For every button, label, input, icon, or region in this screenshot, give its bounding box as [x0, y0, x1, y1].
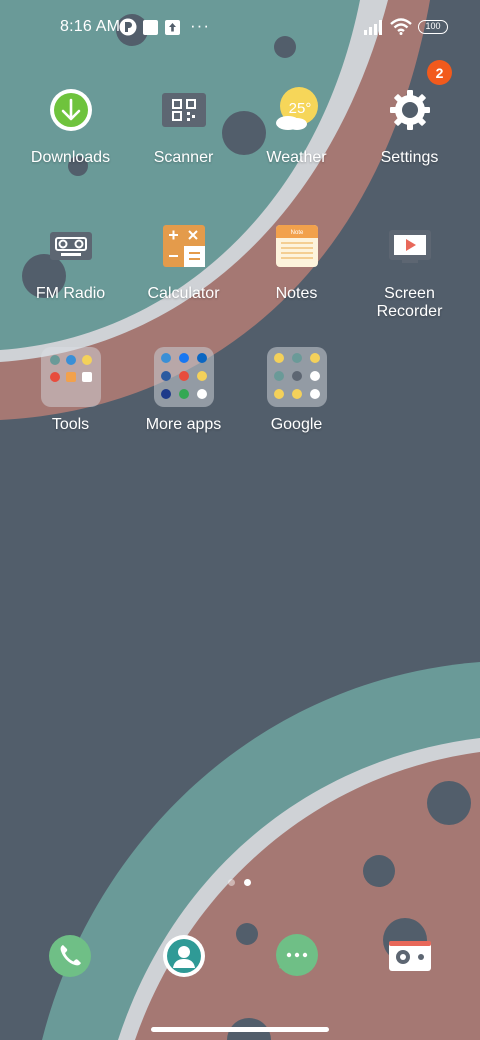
upload-notification-icon	[165, 20, 180, 35]
battery-icon: 100	[418, 20, 448, 34]
app-fm-radio[interactable]: FM Radio	[14, 216, 127, 306]
contacts-icon	[163, 935, 205, 977]
notes-icon: Note	[267, 216, 327, 276]
calculator-icon	[154, 216, 214, 276]
app-weather[interactable]: 25° Weather	[240, 80, 353, 170]
gear-icon	[380, 80, 440, 140]
home-gesture-bar[interactable]	[151, 1027, 329, 1032]
camera-icon	[389, 941, 431, 971]
status-bar: 8:16 AM ··· 100	[0, 0, 480, 56]
app-label: Screen Recorder	[376, 285, 443, 320]
notification-app-icon	[119, 18, 137, 36]
messages-icon	[276, 934, 318, 976]
page-indicator[interactable]	[228, 879, 252, 887]
app-label: Scanner	[153, 149, 214, 166]
app-calculator[interactable]: Calculator	[127, 216, 240, 306]
app-label: Calculator	[147, 285, 220, 302]
app-label: Weather	[266, 149, 327, 166]
folder-more-apps[interactable]: More apps	[127, 347, 240, 437]
phone-icon	[49, 935, 91, 977]
app-settings[interactable]: Settings	[353, 80, 466, 170]
weather-temp: 25°	[288, 100, 311, 117]
screen-recorder-icon	[380, 216, 440, 276]
app-scanner[interactable]: Scanner	[127, 80, 240, 170]
app-label: Tools	[51, 416, 90, 433]
settings-notification-badge: 2	[427, 60, 452, 85]
page-dot-2-active[interactable]	[244, 879, 251, 886]
folder-tools[interactable]: Tools	[14, 347, 127, 437]
notification-square-icon	[143, 20, 158, 35]
dock-messages[interactable]	[275, 934, 319, 978]
app-label: Settings	[380, 149, 439, 166]
downloads-icon	[41, 80, 101, 140]
app-label: Google	[270, 416, 323, 433]
cassette-icon	[41, 216, 101, 276]
app-label: More apps	[145, 416, 222, 433]
qr-scanner-icon	[154, 80, 214, 140]
notes-icon-header: Note	[290, 230, 303, 236]
status-time: 8:16 AM	[60, 18, 121, 35]
folder-google[interactable]: Google	[240, 347, 353, 437]
weather-sun-cloud-icon: 25°	[267, 80, 327, 140]
dock-phone[interactable]	[48, 934, 92, 978]
app-notes[interactable]: Note Notes	[240, 216, 353, 306]
app-label: Notes	[275, 285, 318, 302]
signal-icon	[364, 20, 382, 35]
dock-contacts[interactable]	[162, 934, 206, 978]
app-label: FM Radio	[35, 285, 106, 302]
dock-camera[interactable]	[388, 934, 432, 978]
more-notifications-icon: ···	[190, 16, 210, 35]
folder-icon	[153, 347, 214, 407]
battery-level: 100	[425, 21, 441, 31]
folder-icon	[40, 347, 101, 407]
app-downloads[interactable]: Downloads	[14, 80, 127, 170]
wifi-icon	[390, 18, 412, 35]
page-dot-1[interactable]	[228, 879, 235, 886]
folder-icon	[266, 347, 327, 407]
app-label: Downloads	[30, 149, 111, 166]
app-screen-recorder[interactable]: Screen Recorder	[353, 216, 466, 326]
